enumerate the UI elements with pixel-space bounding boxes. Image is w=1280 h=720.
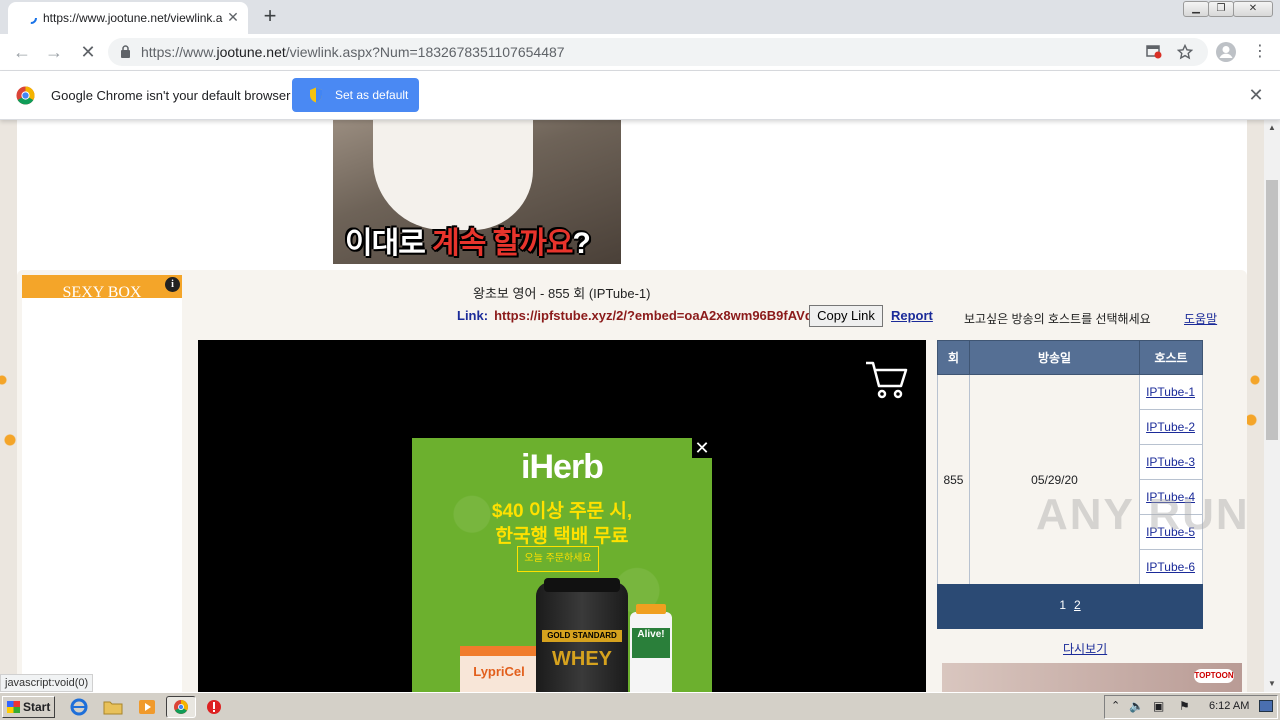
window-close-button[interactable]: ✕ bbox=[1233, 1, 1273, 17]
ad-close-icon[interactable]: ✕ bbox=[692, 438, 712, 458]
host-table: 회 방송일 호스트 855 05/29/20 IPTube-1 IPTube-2… bbox=[937, 340, 1203, 585]
popup-blocked-icon[interactable] bbox=[1146, 45, 1162, 59]
media-player-icon[interactable] bbox=[136, 697, 158, 717]
ie-icon[interactable] bbox=[68, 697, 90, 717]
stop-sign-icon[interactable] bbox=[203, 697, 225, 717]
anyrun-watermark: ANY RUN bbox=[1036, 490, 1250, 539]
volume-icon[interactable]: 🔈 bbox=[1129, 699, 1144, 713]
top-banner-ad[interactable]: 이대로 계속 할까요? bbox=[333, 120, 621, 264]
start-button[interactable]: Start bbox=[2, 696, 55, 718]
pagination: 12 bbox=[937, 584, 1203, 629]
host-link-1[interactable]: IPTube-1 bbox=[1146, 385, 1195, 399]
chrome-logo-icon bbox=[16, 86, 35, 105]
air-date: 05/29/20 bbox=[968, 374, 1141, 585]
scroll-up-arrow-icon[interactable]: ▲ bbox=[1264, 120, 1280, 136]
page-decoration-left bbox=[0, 360, 17, 460]
host-table-header: 회 방송일 호스트 bbox=[937, 340, 1203, 375]
network-icon[interactable]: ▣ bbox=[1153, 699, 1164, 713]
set-as-default-button[interactable]: Set as default bbox=[292, 78, 419, 112]
host-link-6[interactable]: IPTube-6 bbox=[1146, 560, 1195, 574]
tab-active[interactable]: https://www.jootune.net/viewlink.a ✕ bbox=[8, 2, 248, 34]
bookmark-star-icon[interactable] bbox=[1177, 44, 1193, 60]
status-bubble: javascript:void(0) bbox=[0, 674, 94, 692]
loading-spinner-icon bbox=[25, 12, 37, 24]
rewatch-link[interactable]: 다시보기 bbox=[1063, 640, 1107, 657]
minimize-button[interactable]: ▁ bbox=[1183, 1, 1209, 17]
link-url: https://ipfstube.xyz/2/?embed=oaA2x8wm96… bbox=[494, 308, 820, 323]
viewer-panel: SEXY BOX i 왕초보 영어 - 855 회 (IPTube-1) Lin… bbox=[17, 270, 1247, 692]
select-host-instruction: 보고싶은 방송의 호스트를 선택해세요 bbox=[964, 312, 1151, 326]
episode-title: 왕초보 영어 - 855 회 (IPTube-1) bbox=[473, 286, 651, 301]
toptoon-badge: TOPTOON bbox=[1194, 669, 1234, 683]
infobar-close-icon[interactable]: ✕ bbox=[1247, 86, 1265, 104]
help-link[interactable]: 도움말 bbox=[1184, 310, 1217, 327]
scroll-down-arrow-icon[interactable]: ▼ bbox=[1264, 676, 1280, 692]
lock-icon bbox=[121, 45, 130, 58]
menu-kebab-icon[interactable]: ⋮ bbox=[1252, 42, 1268, 62]
infobar-message: Google Chrome isn't your default browser bbox=[51, 88, 291, 103]
col-date: 방송일 bbox=[968, 340, 1141, 375]
chrome-taskbar-button[interactable] bbox=[166, 696, 196, 718]
page-viewport: 이대로 계속 할까요? SEXY BOX i 왕초보 영어 - 855 회 (I… bbox=[0, 120, 1264, 692]
page-scrollbar[interactable]: ▲ ▼ bbox=[1264, 120, 1280, 692]
show-desktop-icon[interactable] bbox=[1259, 700, 1273, 712]
restore-button[interactable]: ❐ bbox=[1208, 1, 1234, 17]
page-decoration-right bbox=[1247, 360, 1264, 460]
flag-icon[interactable]: ⚑ bbox=[1179, 699, 1190, 713]
stop-loading-button[interactable]: ✕ bbox=[76, 40, 100, 64]
cart-icon[interactable] bbox=[864, 360, 908, 400]
tab-title: https://www.jootune.net/viewlink.a bbox=[43, 11, 223, 25]
windows-flag-icon bbox=[7, 701, 20, 713]
tab-strip: https://www.jootune.net/viewlink.a ✕ + ▁… bbox=[0, 0, 1280, 34]
link-row: Link: https://ipfstube.xyz/2/?embed=oaA2x… bbox=[457, 308, 820, 323]
ad-cta-button[interactable]: 오늘 주문하세요 bbox=[517, 546, 599, 572]
ad-product-tub: GOLD STANDARD WHEY bbox=[536, 578, 628, 692]
scroll-thumb[interactable] bbox=[1266, 180, 1278, 440]
ad-headline-1: $40 이상 주문 시, bbox=[491, 501, 633, 522]
clock: 6:12 AM bbox=[1209, 700, 1250, 712]
tray-expand-icon[interactable]: ⌃ bbox=[1111, 699, 1120, 712]
banner-illustration bbox=[373, 120, 533, 230]
new-tab-button[interactable]: + bbox=[258, 5, 282, 29]
side-box-title: SEXY BOX bbox=[22, 275, 182, 298]
profile-avatar-icon[interactable] bbox=[1215, 41, 1237, 63]
forward-button[interactable]: → bbox=[42, 40, 66, 64]
episode-number: 855 bbox=[937, 374, 970, 585]
set-as-default-label: Set as default bbox=[335, 88, 409, 102]
video-player[interactable]: iHerb $40 이상 주문 시, 한국행 택배 무료 오늘 주문하세요 Ly… bbox=[198, 340, 926, 692]
default-browser-infobar: Google Chrome isn't your default browser… bbox=[0, 71, 1280, 120]
copy-link-button[interactable]: Copy Link bbox=[809, 305, 883, 327]
ad-brand: iHerb bbox=[521, 448, 604, 486]
browser-toolbar: ← → ✕ https://www.jootune.net/viewlink.a… bbox=[0, 34, 1280, 71]
bottom-right-ad[interactable]: TOPTOON bbox=[942, 663, 1242, 692]
table-row: 855 05/29/20 IPTube-1 bbox=[937, 374, 1203, 585]
url-text: https://www.jootune.net/viewlink.aspx?Nu… bbox=[141, 44, 565, 60]
col-host: 호스트 bbox=[1139, 340, 1203, 375]
banner-caption: 이대로 계속 할까요? bbox=[345, 227, 591, 260]
report-link[interactable]: Report bbox=[891, 308, 933, 323]
page-1[interactable]: 1 bbox=[1059, 598, 1066, 612]
windows-taskbar: Start ⌃ 🔈 ▣ ⚑ 6:12 AM bbox=[0, 692, 1280, 720]
ad-headline-2: 한국행 택배 무료 bbox=[495, 526, 629, 547]
ad-product-box: LypriCel bbox=[460, 646, 538, 692]
link-label: Link: bbox=[457, 308, 489, 323]
shield-icon bbox=[310, 87, 322, 103]
iherb-ad[interactable]: iHerb $40 이상 주문 시, 한국행 택배 무료 오늘 주문하세요 Ly… bbox=[412, 438, 712, 692]
ad-product-bottle: Alive! bbox=[630, 604, 672, 692]
side-box: SEXY BOX i bbox=[22, 275, 182, 692]
system-tray: ⌃ 🔈 ▣ ⚑ 6:12 AM bbox=[1104, 695, 1278, 719]
back-button[interactable]: ← bbox=[10, 40, 34, 64]
host-link-3[interactable]: IPTube-3 bbox=[1146, 455, 1195, 469]
page-2[interactable]: 2 bbox=[1074, 598, 1081, 612]
tab-close-icon[interactable]: ✕ bbox=[225, 9, 241, 25]
host-link-2[interactable]: IPTube-2 bbox=[1146, 420, 1195, 434]
folder-icon[interactable] bbox=[102, 697, 124, 717]
ad-info-icon[interactable]: i bbox=[165, 277, 180, 292]
address-bar[interactable]: https://www.jootune.net/viewlink.aspx?Nu… bbox=[108, 38, 1208, 66]
col-episode: 회 bbox=[937, 340, 970, 375]
